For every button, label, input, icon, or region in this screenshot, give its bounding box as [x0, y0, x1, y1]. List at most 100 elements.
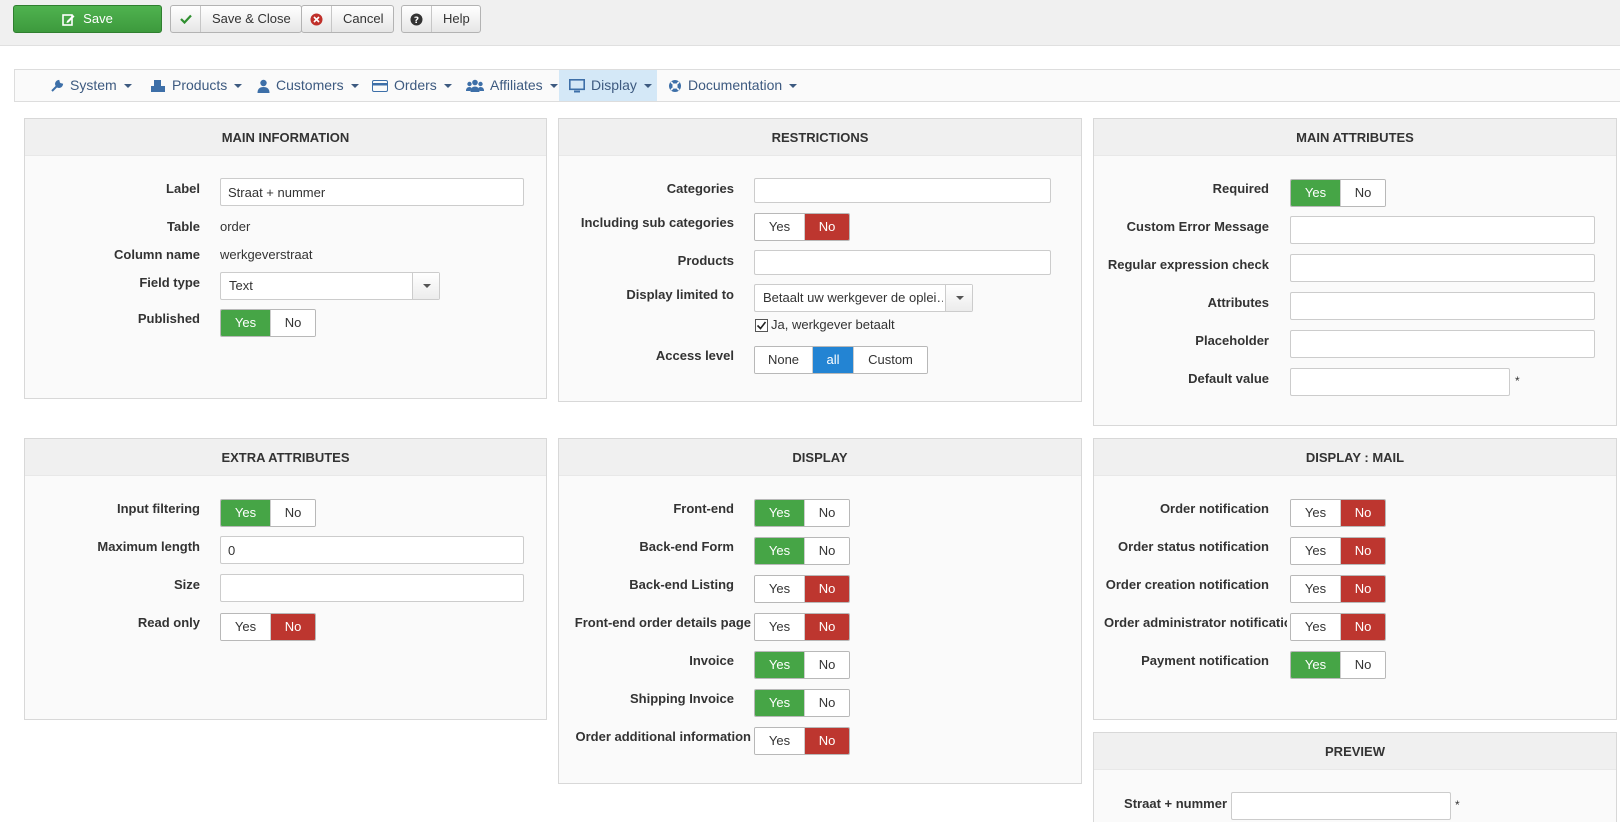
menu-documentation[interactable]: Documentation — [668, 70, 798, 101]
front-end-yes[interactable]: Yes — [755, 500, 805, 526]
published-no[interactable]: No — [271, 310, 315, 336]
front-end-order-details-toggle: Yes No — [754, 613, 850, 641]
back-end-listing-yes[interactable]: Yes — [755, 576, 805, 602]
table-value: order — [220, 219, 251, 234]
required-no[interactable]: No — [1341, 180, 1385, 206]
maximum-length-label: Maximum length — [97, 539, 200, 554]
preview-panel: PREVIEW Straat + nummer * — [1093, 732, 1617, 822]
payment-notification-no[interactable]: No — [1341, 652, 1385, 678]
order-additional-info-yes[interactable]: Yes — [755, 728, 805, 754]
order-admin-notification-yes[interactable]: Yes — [1291, 614, 1341, 640]
chevron-down-icon[interactable] — [412, 273, 439, 299]
panel-title: MAIN ATTRIBUTES — [1094, 119, 1616, 156]
panel-title: RESTRICTIONS — [559, 119, 1081, 156]
menu-orders[interactable]: Orders — [372, 70, 452, 101]
invoice-yes[interactable]: Yes — [755, 652, 805, 678]
invoice-label: Invoice — [689, 653, 734, 668]
shipping-invoice-label: Shipping Invoice — [629, 691, 734, 706]
back-end-listing-no[interactable]: No — [805, 576, 849, 602]
label-input[interactable] — [220, 178, 524, 206]
wrench-icon — [50, 79, 64, 93]
save-close-button[interactable]: Save & Close — [170, 5, 302, 33]
input-filtering-yes[interactable]: Yes — [221, 500, 271, 526]
menu-customers[interactable]: Customers — [257, 70, 359, 101]
read-only-yes[interactable]: Yes — [221, 614, 271, 640]
default-value-input[interactable] — [1290, 368, 1510, 396]
order-creation-notification-yes[interactable]: Yes — [1291, 576, 1341, 602]
required-star: * — [1515, 374, 1520, 388]
shipping-invoice-no[interactable]: No — [805, 690, 849, 716]
help-button[interactable]: ? Help — [401, 5, 481, 33]
menu-system[interactable]: System — [50, 70, 132, 101]
panel-title: DISPLAY — [559, 439, 1081, 476]
invoice-no[interactable]: No — [805, 652, 849, 678]
access-none[interactable]: None — [755, 347, 813, 373]
display-limited-label: Display limited to — [626, 287, 734, 302]
input-filtering-no[interactable]: No — [271, 500, 315, 526]
published-yes[interactable]: Yes — [221, 310, 271, 336]
error-message-input[interactable] — [1290, 216, 1595, 244]
preview-field-label: Straat + nummer — [1124, 796, 1227, 811]
chevron-down-icon[interactable] — [945, 285, 972, 311]
sub-categories-yes[interactable]: Yes — [755, 214, 805, 240]
access-custom[interactable]: Custom — [854, 347, 927, 373]
regex-input[interactable] — [1290, 254, 1595, 282]
order-creation-notification-toggle: Yes No — [1290, 575, 1386, 603]
maximum-length-input[interactable] — [220, 536, 524, 564]
published-toggle: Yes No — [220, 309, 316, 337]
field-type-value: Text — [229, 278, 253, 293]
cancel-label: Cancel — [343, 11, 384, 26]
order-notification-no[interactable]: No — [1341, 500, 1385, 526]
menu-affiliates[interactable]: Affiliates — [466, 70, 558, 101]
error-message-label: Custom Error Message — [1126, 219, 1269, 234]
ja-werkgever-checkbox[interactable] — [755, 319, 768, 332]
back-end-form-label: Back-end Form — [639, 539, 734, 554]
attributes-input[interactable] — [1290, 292, 1595, 320]
back-end-form-no[interactable]: No — [805, 538, 849, 564]
cancel-button[interactable]: Cancel — [301, 5, 395, 33]
required-yes[interactable]: Yes — [1291, 180, 1341, 206]
order-additional-info-no[interactable]: No — [805, 728, 849, 754]
payment-notification-yes[interactable]: Yes — [1291, 652, 1341, 678]
required-toggle: Yes No — [1290, 179, 1386, 207]
size-input[interactable] — [220, 574, 524, 602]
input-filtering-label: Input filtering — [116, 501, 200, 516]
placeholder-input[interactable] — [1290, 330, 1595, 358]
lifebuoy-icon — [668, 79, 682, 93]
sub-categories-no[interactable]: No — [805, 214, 849, 240]
order-admin-notification-no[interactable]: No — [1341, 614, 1385, 640]
restrictions-panel: RESTRICTIONS Categories Including sub ca… — [558, 118, 1082, 402]
placeholder-label: Placeholder — [1195, 333, 1269, 348]
front-end-order-details-no[interactable]: No — [805, 614, 849, 640]
read-only-no[interactable]: No — [271, 614, 315, 640]
menu-products[interactable]: Products — [150, 70, 243, 101]
menu-display[interactable]: Display — [559, 70, 657, 101]
field-type-select[interactable]: Text — [220, 272, 440, 300]
order-status-notification-no[interactable]: No — [1341, 538, 1385, 564]
products-input[interactable] — [754, 250, 1051, 275]
front-end-order-details-yes[interactable]: Yes — [755, 614, 805, 640]
access-all[interactable]: all — [813, 347, 854, 373]
sub-categories-label: Including sub categories — [580, 215, 734, 230]
front-end-no[interactable]: No — [805, 500, 849, 526]
main-attributes-panel: MAIN ATTRIBUTES Required Yes No Custom E… — [1093, 118, 1617, 426]
svg-text:?: ? — [414, 16, 419, 26]
display-panel: DISPLAY Front-end Yes No Back-end Form Y… — [558, 438, 1082, 784]
display-mail-panel: DISPLAY : MAIL Order notification Yes No… — [1093, 438, 1617, 720]
menu-affiliates-label: Affiliates — [490, 77, 543, 93]
save-button[interactable]: Save — [13, 5, 162, 33]
back-end-form-yes[interactable]: Yes — [755, 538, 805, 564]
preview-field-input[interactable] — [1231, 792, 1451, 820]
order-creation-notification-no[interactable]: No — [1341, 576, 1385, 602]
categories-label: Categories — [666, 181, 734, 196]
display-limited-select[interactable]: Betaalt uw werkgever de oplei… — [754, 284, 973, 312]
categories-input[interactable] — [754, 178, 1051, 203]
order-notification-yes[interactable]: Yes — [1291, 500, 1341, 526]
menu-customers-label: Customers — [276, 77, 344, 93]
shipping-invoice-yes[interactable]: Yes — [755, 690, 805, 716]
order-status-notification-yes[interactable]: Yes — [1291, 538, 1341, 564]
sub-categories-toggle: Yes No — [754, 213, 850, 241]
menu-bar: System Products Customers Orders Affilia… — [14, 69, 1620, 102]
regex-label: Regular expression check — [1107, 257, 1269, 272]
required-label: Required — [1212, 181, 1269, 196]
